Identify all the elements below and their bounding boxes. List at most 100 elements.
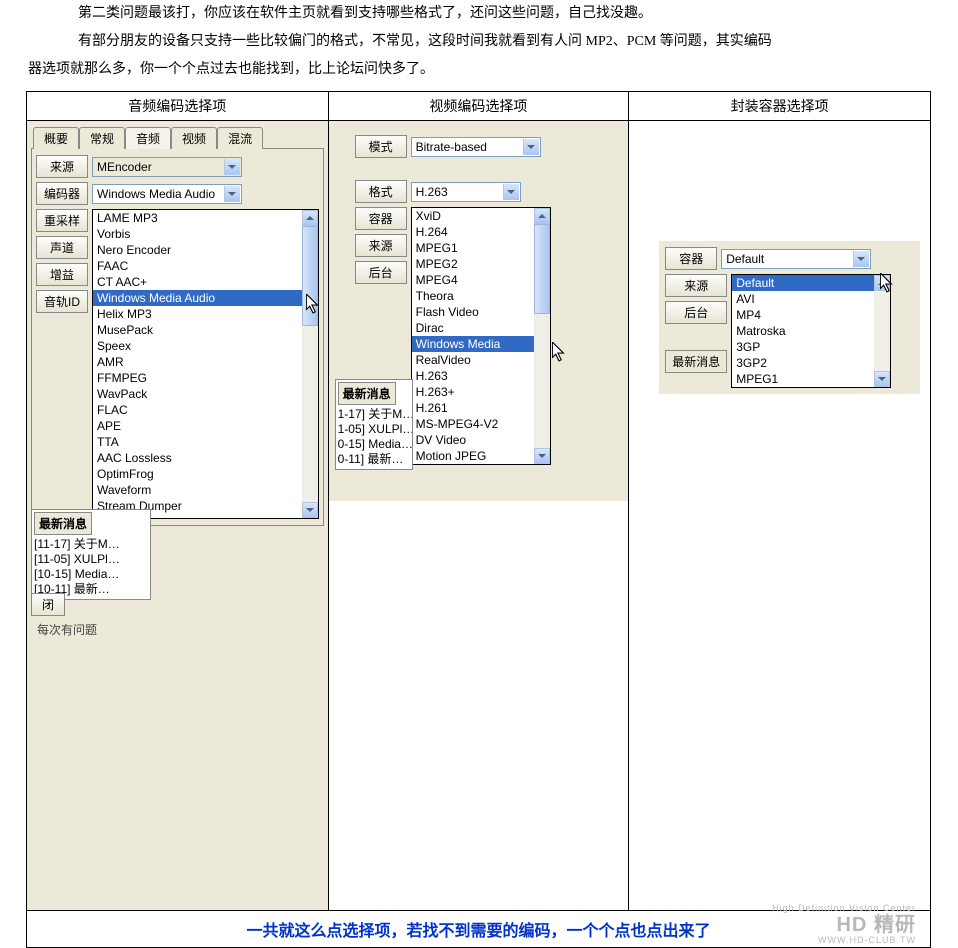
paragraph-2b: 器选项就那么多，你一个个点过去也能找到，比上论坛问快多了。 — [0, 56, 958, 84]
news-box: 最新消息 1-17] 关于M…1-05] XULPl…0-15] Media…0… — [335, 379, 413, 470]
dropdown-option[interactable]: MP4 — [732, 307, 874, 323]
news-item[interactable]: [11-05] XULPl… — [34, 552, 148, 567]
encoder-combo[interactable]: Windows Media Audio — [92, 184, 242, 204]
dropdown-option[interactable]: MPEG1 — [732, 371, 874, 387]
dropdown-option[interactable]: FFMPEG — [93, 370, 302, 386]
dropdown-option[interactable]: 3GP — [732, 339, 874, 355]
news-item[interactable]: 1-17] 关于M… — [338, 407, 410, 422]
audio-tabs: 概要 常规 音频 视频 混流 — [31, 125, 324, 149]
watermark: High Definition Vision Center HD 精研 WWW.… — [772, 904, 916, 946]
scroll-down-icon[interactable] — [302, 502, 318, 518]
dropdown-option[interactable]: MS-MPEG4-V2 — [412, 416, 534, 432]
container-combo[interactable]: Default — [721, 249, 871, 269]
dropdown-option[interactable]: FAAC — [93, 258, 302, 274]
dropdown-option[interactable]: AAC Lossless — [93, 450, 302, 466]
dropdown-option[interactable]: H.261 — [412, 400, 534, 416]
dropdown-option[interactable]: MPEG4 — [412, 272, 534, 288]
scroll-thumb[interactable] — [534, 224, 550, 314]
dropdown-option[interactable]: APE — [93, 418, 302, 434]
scroll-down-icon[interactable] — [534, 448, 550, 464]
dropdown-option[interactable]: MPEG1 — [412, 240, 534, 256]
dropdown-option[interactable]: DV Video — [412, 432, 534, 448]
gain-button[interactable]: 增益 — [36, 263, 88, 286]
mode-combo[interactable]: Bitrate-based — [411, 137, 541, 157]
video-format-dropdown[interactable]: XviDH.264MPEG1MPEG2MPEG4TheoraFlash Vide… — [411, 207, 551, 465]
dropdown-option[interactable]: Vorbis — [93, 226, 302, 242]
scroll-up-icon[interactable] — [874, 275, 890, 291]
dropdown-option[interactable]: H.264 — [412, 224, 534, 240]
source-button[interactable]: 来源 — [355, 234, 407, 257]
dropdown-option[interactable]: H.263 — [412, 368, 534, 384]
audio-panel: 概要 常规 音频 视频 混流 来源 MEncoder 编码器 Windows M… — [27, 121, 328, 910]
scroll-up-icon[interactable] — [302, 210, 318, 226]
resample-button[interactable]: 重采样 — [36, 209, 88, 232]
channel-button[interactable]: 声道 — [36, 236, 88, 259]
format-button[interactable]: 格式 — [355, 180, 407, 203]
dropdown-option[interactable]: Helix MP3 — [93, 306, 302, 322]
container-button[interactable]: 容器 — [355, 207, 407, 230]
format-combo[interactable]: H.263 — [411, 182, 521, 202]
dropdown-option[interactable]: Windows Media — [412, 336, 534, 352]
source-combo[interactable]: MEncoder — [92, 157, 242, 177]
background-button[interactable]: 后台 — [665, 301, 727, 324]
paragraph-2a: 有部分朋友的设备只支持一些比较偏门的格式，不常见，这段时间我就看到有人问 MP2… — [0, 28, 958, 56]
dropdown-option[interactable]: RealVideo — [412, 352, 534, 368]
scroll-thumb[interactable] — [302, 226, 318, 326]
container-dropdown[interactable]: DefaultAVIMP4Matroska3GP3GP2MPEG1 — [731, 274, 891, 388]
dropdown-option[interactable]: Motion JPEG — [412, 448, 534, 464]
news-item[interactable]: 1-05] XULPl… — [338, 422, 410, 437]
news-item[interactable]: 0-15] Media… — [338, 437, 410, 452]
scroll-up-icon[interactable] — [534, 208, 550, 224]
scrollbar[interactable] — [874, 275, 890, 387]
dropdown-option[interactable]: Theora — [412, 288, 534, 304]
dropdown-option[interactable]: XviD — [412, 208, 534, 224]
tab-common[interactable]: 常规 — [79, 127, 125, 149]
dropdown-option[interactable]: CT AAC+ — [93, 274, 302, 290]
dropdown-option[interactable]: LAME MP3 — [93, 210, 302, 226]
header-audio: 音频编码选择项 — [27, 92, 329, 121]
dropdown-option[interactable]: TTA — [93, 434, 302, 450]
dropdown-option[interactable]: 3GP2 — [732, 355, 874, 371]
tab-mux[interactable]: 混流 — [217, 127, 263, 149]
dropdown-option[interactable]: Windows Media Audio — [93, 290, 302, 306]
news-item[interactable]: [10-15] Media… — [34, 567, 148, 582]
watermark-brand: HD 精研 — [772, 914, 916, 936]
scrollbar[interactable] — [534, 208, 550, 464]
dropdown-option[interactable]: AMR — [93, 354, 302, 370]
dropdown-option[interactable]: MPEG2 — [412, 256, 534, 272]
container-panel: 容器 Default 来源 后台 最新消息 DefaultAVIMP4Matro… — [629, 121, 930, 501]
mode-button[interactable]: 模式 — [355, 135, 407, 158]
dropdown-option[interactable]: OptimFrog — [93, 466, 302, 482]
audio-encoder-dropdown[interactable]: LAME MP3VorbisNero EncoderFAACCT AAC+Win… — [92, 209, 319, 519]
source-button[interactable]: 来源 — [665, 274, 727, 297]
background-button[interactable]: 后台 — [355, 261, 407, 284]
cursor-icon — [552, 342, 566, 362]
encoder-button[interactable]: 编码器 — [36, 182, 88, 205]
dropdown-option[interactable]: Flash Video — [412, 304, 534, 320]
dropdown-option[interactable]: AVI — [732, 291, 874, 307]
audio-tab-body: 来源 MEncoder 编码器 Windows Media Audio 重采样 … — [31, 148, 324, 526]
dropdown-option[interactable]: H.263+ — [412, 384, 534, 400]
tab-audio[interactable]: 音频 — [125, 127, 171, 149]
container-button[interactable]: 容器 — [665, 247, 717, 270]
news-item[interactable]: 0-11] 最新… — [338, 452, 410, 467]
news-item[interactable]: [11-17] 关于M… — [34, 537, 148, 552]
dropdown-option[interactable]: MusePack — [93, 322, 302, 338]
tab-summary[interactable]: 概要 — [33, 127, 79, 149]
video-panel: 模式 Bitrate-based 格式 H.263 容器 来源 后台 XviDH… — [329, 121, 629, 501]
tab-video[interactable]: 视频 — [171, 127, 217, 149]
scrollbar[interactable] — [302, 210, 318, 518]
dropdown-option[interactable]: WavPack — [93, 386, 302, 402]
dropdown-option[interactable]: FLAC — [93, 402, 302, 418]
source-button[interactable]: 来源 — [36, 155, 88, 178]
dropdown-option[interactable]: Dirac — [412, 320, 534, 336]
dropdown-option[interactable]: Default — [732, 275, 874, 291]
trackid-button[interactable]: 音轨ID — [36, 290, 88, 313]
dropdown-option[interactable]: Speex — [93, 338, 302, 354]
scroll-down-icon[interactable] — [874, 371, 890, 387]
close-button[interactable]: 闭 — [31, 593, 65, 616]
news-box: 最新消息 [11-17] 关于M…[11-05] XULPl…[10-15] M… — [31, 509, 151, 600]
dropdown-option[interactable]: Nero Encoder — [93, 242, 302, 258]
dropdown-option[interactable]: Waveform — [93, 482, 302, 498]
dropdown-option[interactable]: Matroska — [732, 323, 874, 339]
